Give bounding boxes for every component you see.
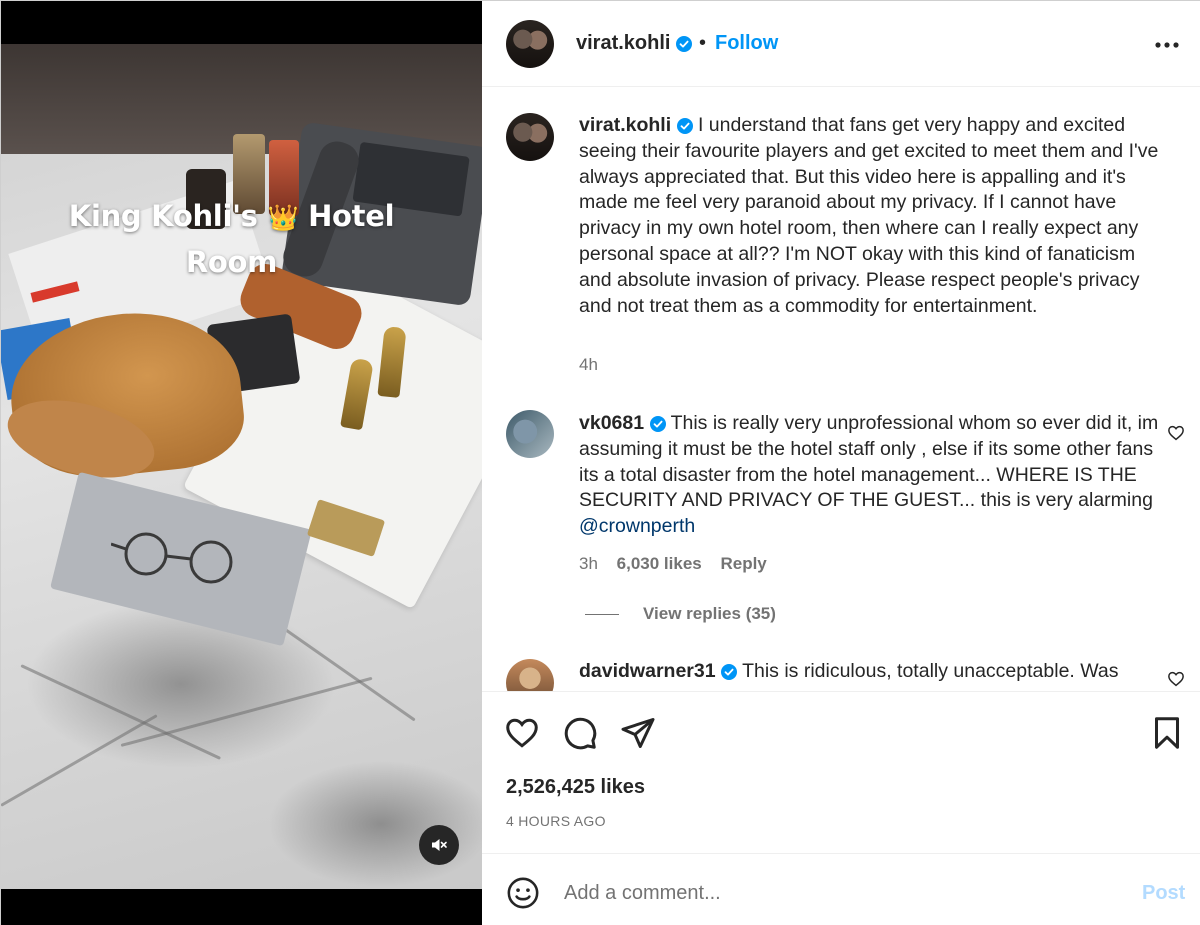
comment-reply-button[interactable]: Reply — [720, 554, 766, 573]
caption-text: I understand that fans get very happy an… — [579, 114, 1159, 317]
save-bookmark-icon[interactable] — [1149, 715, 1185, 751]
crown-icon: 👑 — [267, 203, 299, 232]
comment-like-heart-icon[interactable] — [1167, 670, 1185, 688]
mute-button[interactable] — [419, 825, 459, 865]
view-replies-button[interactable]: View replies (35) — [585, 604, 776, 624]
share-send-icon[interactable] — [620, 715, 656, 751]
video-overlay-caption: King Kohli's 👑 Hotel Room — [1, 194, 462, 284]
more-options-icon[interactable] — [1152, 35, 1182, 55]
comment-likes[interactable]: 6,030 likes — [617, 554, 702, 573]
comment-bubble-icon[interactable] — [562, 715, 598, 751]
avatar[interactable] — [506, 659, 554, 691]
verified-badge-icon — [676, 117, 693, 134]
comment-username[interactable]: vk0681 — [579, 412, 644, 434]
comment-username[interactable]: davidwarner31 — [579, 660, 716, 682]
post-window: King Kohli's 👑 Hotel Room virat.kohli • … — [0, 0, 1200, 925]
verified-badge-icon — [676, 35, 693, 52]
caption-text-block: virat.kohli I understand that fans get v… — [579, 113, 1161, 319]
header-separator: • — [699, 32, 707, 54]
caption-meta: 4h — [579, 355, 612, 375]
speaker-muted-icon — [432, 839, 447, 851]
comment-text: This is ridiculous, totally unacceptable… — [742, 660, 1119, 682]
emoji-smiley-icon[interactable] — [506, 876, 540, 910]
view-replies-line — [585, 614, 619, 616]
like-heart-icon[interactable] — [504, 715, 540, 751]
verified-badge-icon — [649, 415, 666, 432]
video-scene-glasses — [111, 532, 233, 584]
comment-text-block: vk0681 This is really very unprofessiona… — [579, 411, 1161, 540]
comment-like-heart-icon[interactable] — [1167, 424, 1185, 442]
add-comment-bar: Post — [482, 853, 1200, 925]
comment-text-block: davidwarner31 This is ridiculous, totall… — [579, 659, 1161, 685]
verified-badge-icon — [721, 663, 737, 680]
comments-list[interactable]: virat.kohli I understand that fans get v… — [482, 88, 1200, 691]
comment-time[interactable]: 3h — [579, 554, 598, 573]
view-replies-label: View replies (35) — [643, 604, 776, 623]
post-video[interactable] — [1, 44, 482, 889]
caption-username[interactable]: virat.kohli — [579, 114, 671, 136]
marble-vein — [120, 676, 373, 747]
follow-button[interactable]: Follow — [715, 32, 778, 55]
comment-input[interactable] — [564, 878, 1124, 908]
post-likes-count[interactable]: 2,526,425 likes — [506, 776, 645, 799]
post-side-panel: virat.kohli • Follow virat.kohli I under… — [482, 1, 1200, 925]
header-username-row: virat.kohli — [576, 32, 693, 55]
post-comment-button[interactable]: Post — [1142, 882, 1185, 905]
avatar[interactable] — [506, 20, 554, 68]
comment-meta: 3h 6,030 likes Reply — [579, 554, 781, 574]
media-pane: King Kohli's 👑 Hotel Room — [1, 1, 482, 925]
post-timestamp[interactable]: 4 HOURS AGO — [506, 813, 606, 829]
marble-vein — [1, 714, 158, 807]
post-header: virat.kohli • Follow — [482, 1, 1200, 87]
header-username[interactable]: virat.kohli — [576, 32, 670, 54]
overlay-line1-post: Hotel — [308, 199, 395, 233]
avatar[interactable] — [506, 113, 554, 161]
comment-mention-link[interactable]: @crownperth — [579, 515, 695, 537]
caption-time[interactable]: 4h — [579, 355, 598, 374]
avatar[interactable] — [506, 410, 554, 458]
overlay-line1-pre: King Kohli's — [68, 199, 258, 233]
comment-text: This is really very unprofessional whom … — [579, 412, 1159, 512]
overlay-line2: Room — [185, 245, 278, 279]
post-actions-bar: 2,526,425 likes 4 HOURS AGO — [482, 691, 1200, 853]
